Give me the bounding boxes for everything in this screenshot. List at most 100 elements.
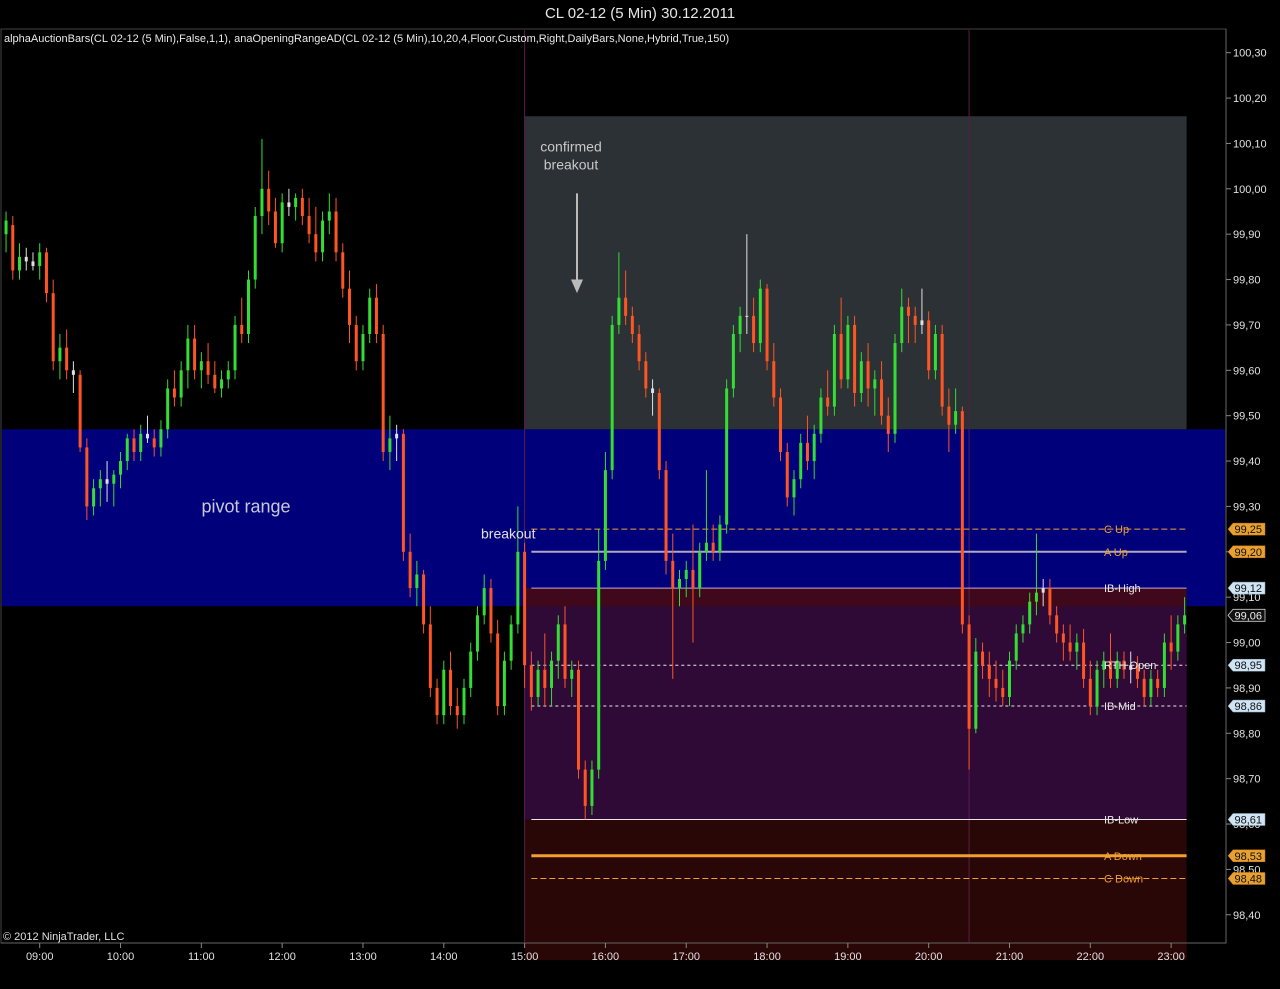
x-tick-label: 18:00	[753, 951, 781, 963]
candle-body	[792, 479, 796, 498]
candle-body	[886, 415, 890, 434]
candle-body	[348, 288, 352, 325]
candle-body	[307, 216, 311, 235]
candle-body	[38, 252, 42, 266]
candle-body	[401, 433, 405, 552]
candle-body	[543, 669, 547, 688]
level-label-ib-mid: IB-Mid	[1104, 701, 1136, 713]
annotation-breakout: breakout	[481, 525, 536, 541]
candle-body	[119, 461, 123, 475]
candle-body	[321, 220, 325, 253]
candle-body	[489, 588, 493, 634]
annotation-pivot-range: pivot range	[201, 496, 290, 516]
candle-body	[233, 324, 237, 371]
x-tick-label: 10:00	[107, 951, 135, 963]
candle-body	[967, 624, 971, 729]
candle-body	[657, 392, 661, 471]
candle-body	[71, 370, 75, 375]
candle-body	[900, 306, 904, 344]
candle-body	[469, 651, 473, 688]
candle-body	[253, 216, 257, 280]
candle-body	[449, 669, 453, 707]
candle-body	[550, 660, 554, 688]
candle-body	[529, 665, 533, 697]
candle-body	[576, 669, 580, 770]
candle-body	[341, 252, 345, 289]
candle-body	[866, 361, 870, 389]
candle-body	[509, 624, 513, 661]
candle-body	[556, 624, 560, 661]
candle-body	[597, 560, 601, 770]
candle-body	[98, 479, 102, 489]
candle-body	[812, 433, 816, 462]
x-tick-label: 23:00	[1157, 951, 1185, 963]
candle-body	[260, 188, 264, 217]
ib-upper-half	[524, 819, 1187, 961]
candle-body	[772, 361, 776, 398]
candle-body	[630, 315, 634, 334]
x-tick-label: 11:00	[188, 951, 215, 963]
candle-body	[954, 411, 958, 425]
candle-body	[819, 397, 823, 434]
candle-body	[880, 379, 884, 416]
x-tick-label: 12:00	[268, 951, 296, 963]
candle-body	[240, 324, 244, 334]
candle-body	[159, 429, 163, 448]
candle-body	[920, 320, 924, 325]
candle-body	[927, 320, 931, 371]
candle-body	[1061, 633, 1065, 643]
candle-body	[906, 306, 910, 316]
candle-body	[51, 293, 55, 362]
candle-body	[516, 551, 520, 625]
candle-body	[853, 324, 857, 393]
candle-body	[711, 542, 715, 552]
candle-body	[496, 633, 500, 707]
candle-body	[105, 479, 109, 484]
x-tick-label: 09:00	[26, 951, 54, 963]
candle-body	[1007, 660, 1011, 697]
y-tick-label: 100,10	[1233, 138, 1267, 150]
candle-body	[435, 687, 439, 716]
candle-body	[300, 197, 304, 217]
level-label-a-up: A Up	[1104, 547, 1128, 559]
candle-body	[981, 651, 985, 666]
candle-body	[152, 438, 156, 448]
candle-body	[442, 669, 446, 716]
candle-body	[785, 451, 789, 498]
candle-body	[1149, 678, 1153, 697]
candle-body	[388, 438, 392, 452]
level-label-c-down: C Down	[1104, 873, 1143, 885]
candle-body	[368, 297, 372, 334]
candle-body	[408, 551, 412, 589]
candle-body	[1028, 601, 1032, 625]
candle-body	[294, 197, 298, 207]
candle-body	[1095, 669, 1099, 707]
level-value-text: 98,48	[1234, 873, 1262, 885]
candle-body	[31, 261, 35, 266]
candle-body	[1075, 642, 1079, 652]
candle-body	[395, 433, 399, 439]
candle-body	[287, 202, 291, 207]
candle-body	[1156, 678, 1160, 688]
candle-body	[940, 334, 944, 407]
candle-body	[893, 343, 897, 434]
candle-body	[677, 579, 681, 589]
y-tick-label: 99,50	[1233, 411, 1261, 423]
level-label-rth-open: RTH Open	[1104, 660, 1156, 672]
candle-body	[58, 347, 62, 362]
candle-body	[960, 411, 964, 625]
price-chart[interactable]: pivot range breakout confirmed breakout alp…	[0, 0, 1280, 989]
candle-body	[226, 370, 230, 380]
y-tick-label: 100,30	[1233, 48, 1267, 60]
candle-body	[859, 361, 863, 393]
candle-body	[839, 334, 843, 380]
candle-body	[873, 379, 877, 389]
candle-body	[273, 211, 277, 244]
candle-body	[482, 588, 486, 616]
candle-body	[11, 225, 15, 271]
last-price-text: 99,06	[1234, 610, 1262, 622]
candle-body	[361, 334, 365, 362]
candle-body	[974, 651, 978, 729]
y-tick-label: 99,70	[1233, 320, 1261, 332]
candle-body	[1014, 633, 1018, 661]
